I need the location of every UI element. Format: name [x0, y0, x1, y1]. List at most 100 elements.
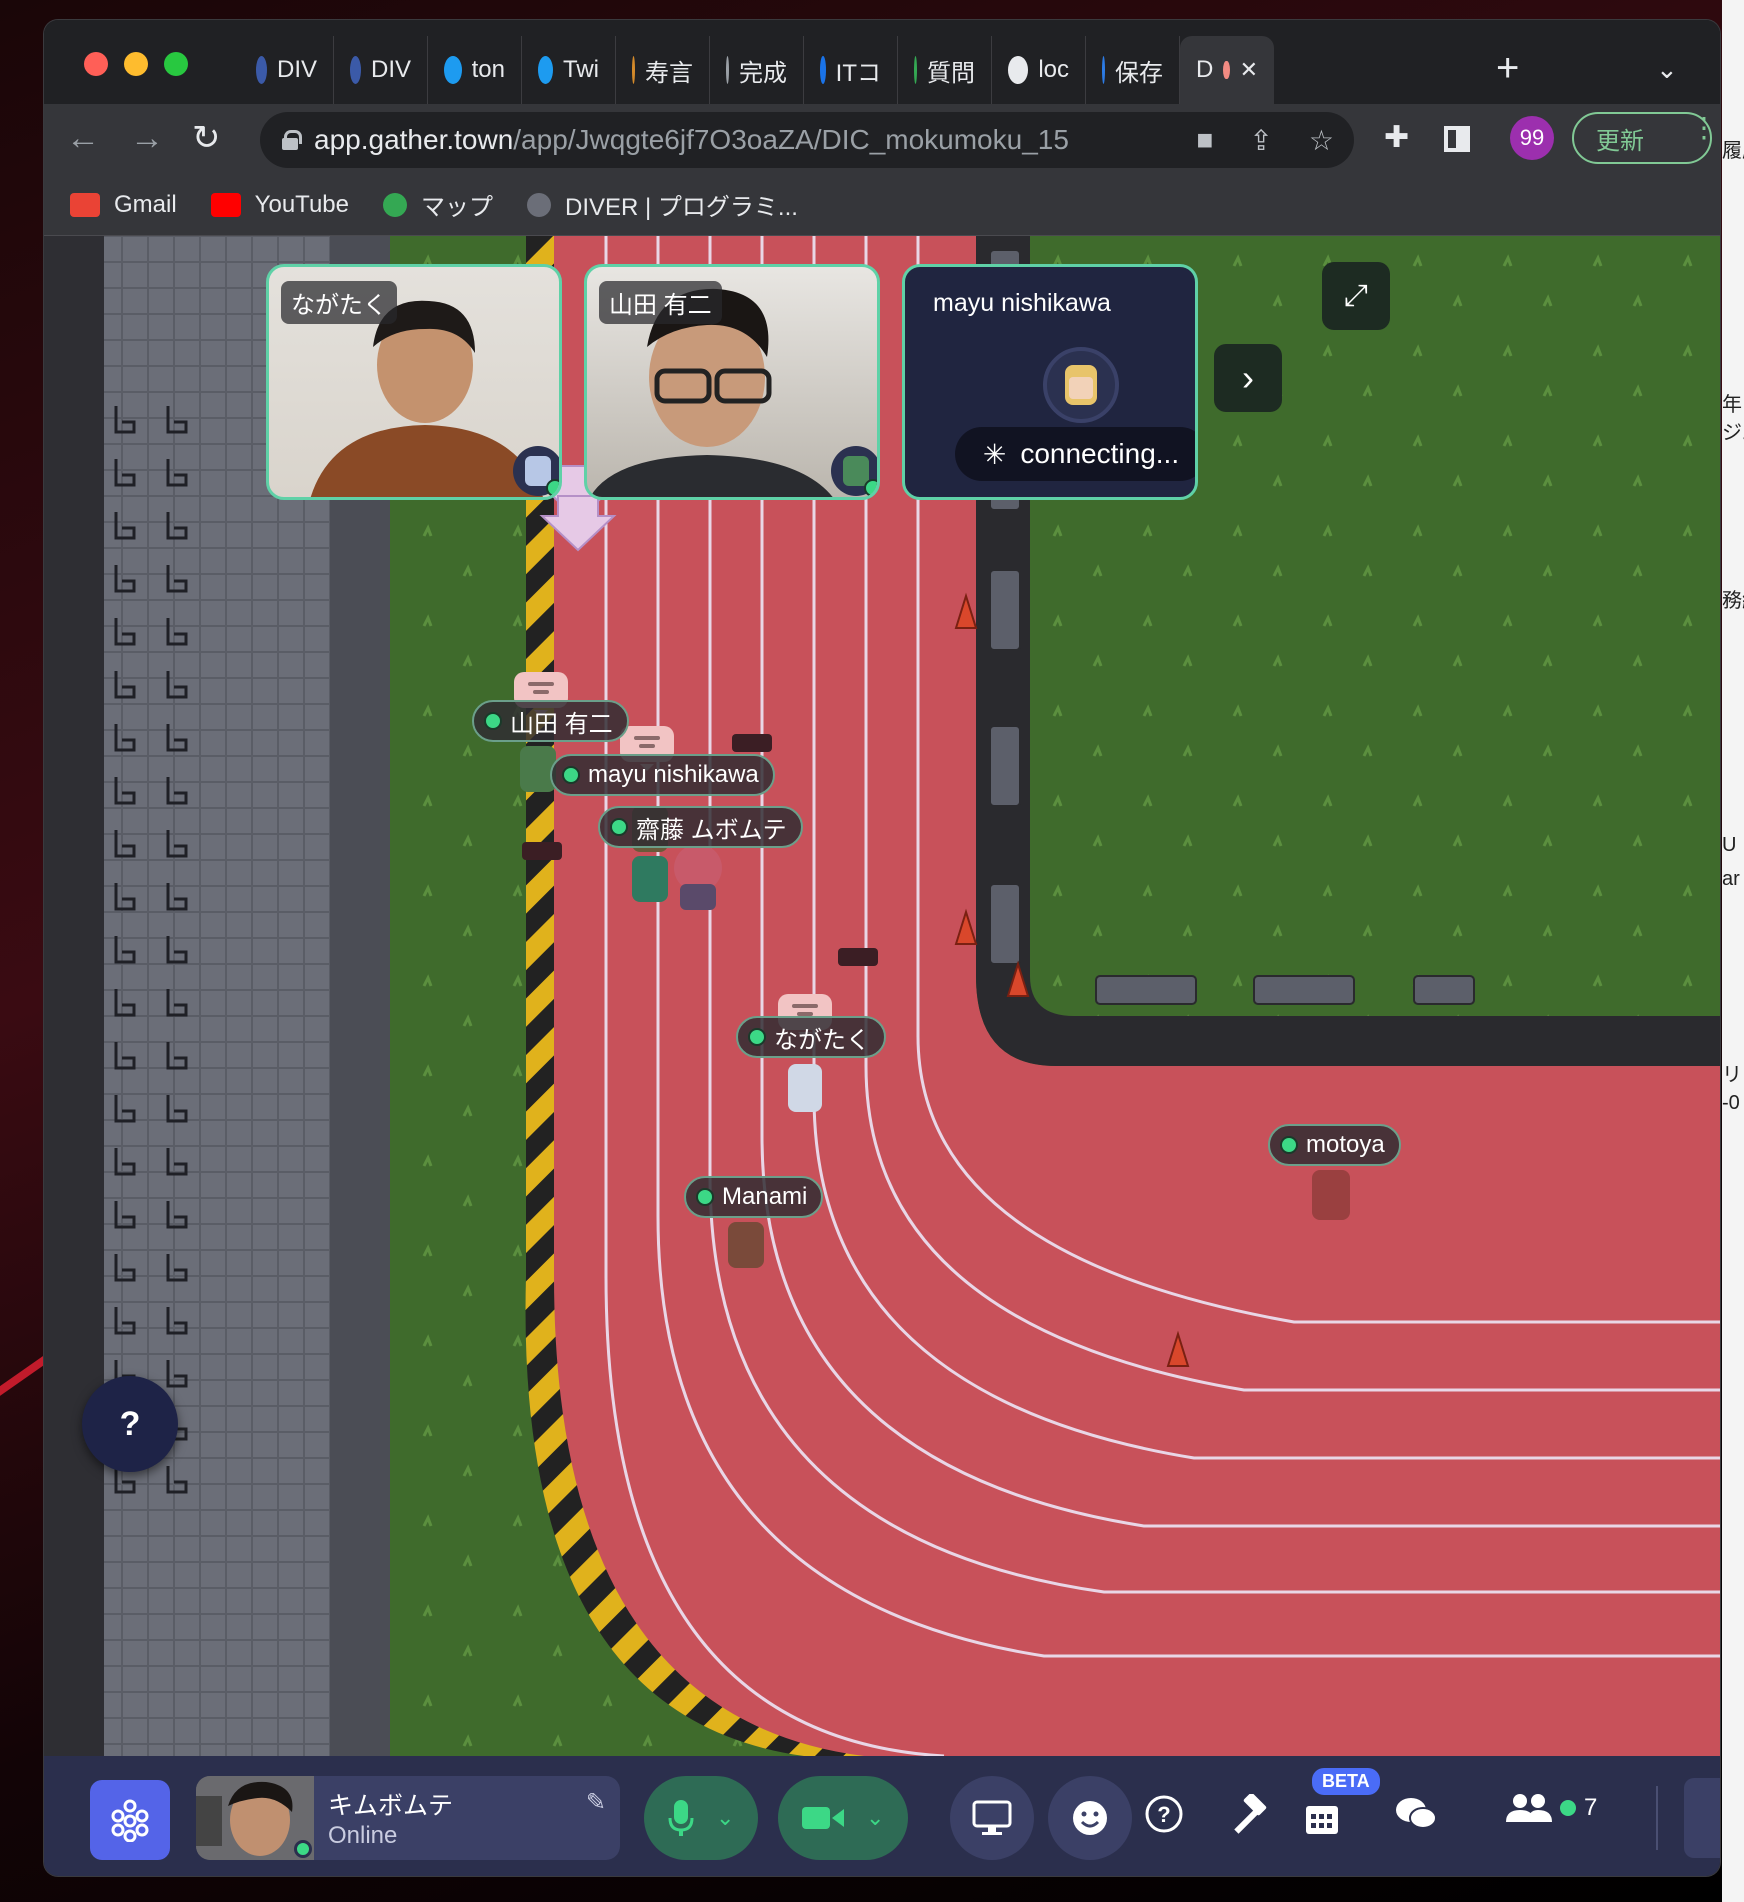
smiley-icon	[1073, 1801, 1107, 1835]
side-panel-icon[interactable]	[1444, 126, 1470, 152]
close-tab-icon[interactable]: ✕	[1240, 57, 1258, 83]
new-tab-button[interactable]: +	[1496, 48, 1519, 88]
chat-bubbles-icon[interactable]	[1394, 1794, 1438, 1843]
spinner-icon: ✳	[982, 438, 1007, 470]
browser-tab[interactable]: 寿言	[616, 36, 710, 104]
globe-icon	[526, 192, 551, 217]
video-tile[interactable]: ながたく	[266, 264, 562, 500]
bookmark-label: DIVER | プログラミ...	[564, 194, 798, 221]
gmail-icon	[70, 192, 100, 217]
microphone-icon[interactable]	[668, 1798, 694, 1838]
bookmark-item[interactable]: Gmail	[70, 191, 177, 219]
emote-button[interactable]	[1048, 1776, 1132, 1860]
browser-tab[interactable]: 質問	[898, 36, 992, 104]
screen-share-icon	[972, 1800, 1012, 1835]
browser-tab[interactable]: DIV	[240, 36, 334, 104]
browser-tab[interactable]: Twi	[522, 36, 616, 104]
tab-title: 質問	[927, 59, 975, 87]
player-name: motoya	[1306, 1131, 1385, 1158]
player-name-tag[interactable]: Manami	[684, 1176, 824, 1218]
connecting-status: ✳ connecting...	[955, 427, 1195, 481]
browser-tab[interactable]: ton	[428, 36, 522, 104]
beta-badge: BETA	[1312, 1768, 1380, 1795]
player-name: 齋藤 ムボムテ	[636, 816, 787, 844]
extensions-puzzle-icon[interactable]: ✚	[1384, 120, 1409, 155]
camera-control[interactable]: ⌄	[778, 1776, 909, 1860]
player-name-tag[interactable]: 齋藤 ムボムテ	[598, 806, 803, 848]
my-profile-card[interactable]: キムボムテ Online ✎	[196, 1776, 620, 1860]
bookmark-item[interactable]: マップ	[382, 187, 493, 222]
online-status-dot	[696, 1188, 714, 1206]
reload-icon[interactable]: ↻	[192, 120, 221, 156]
online-status-dot	[1560, 1800, 1576, 1816]
player-name-tag[interactable]: motoya	[1268, 1124, 1401, 1166]
video-tile[interactable]: 山田 有二	[584, 264, 880, 500]
build-hammer-icon[interactable]	[1226, 1792, 1270, 1847]
svg-text:?: ?	[1157, 1802, 1170, 1827]
twitter-icon	[538, 56, 553, 84]
edge-text: U	[1722, 834, 1737, 856]
tab-title: 完成	[739, 59, 787, 87]
screen-share-button[interactable]	[950, 1776, 1034, 1860]
close-window-button[interactable]	[84, 52, 108, 76]
camera-in-use-icon[interactable]: ■	[1197, 124, 1214, 157]
tab-title: 寿言	[645, 59, 693, 87]
participants-button[interactable]: 7	[1506, 1792, 1597, 1824]
update-button[interactable]: 更新 ⋮	[1572, 112, 1718, 164]
player-name-tag[interactable]: ながたく	[736, 1016, 886, 1058]
help-circle-icon[interactable]: ?	[1144, 1794, 1184, 1843]
video-tile-connecting[interactable]: mayu nishikawa ✳ connecting...	[902, 264, 1198, 500]
gather-logo-icon[interactable]	[90, 1780, 170, 1860]
w-logo-icon	[1102, 56, 1105, 84]
url-text[interactable]: app.gather.town/app/Jwqgte6jf7O3oaZA/DIC…	[314, 124, 1069, 156]
browser-tab[interactable]: 完成	[710, 36, 804, 104]
forward-arrow-icon[interactable]: →	[130, 120, 164, 156]
recording-icon	[1223, 61, 1230, 79]
bookmarks-bar: Gmail YouTube マップ DIVER | プログラミ...	[44, 174, 1720, 236]
maps-pin-icon	[382, 192, 407, 217]
help-button[interactable]: ?	[82, 1376, 178, 1472]
lock-icon[interactable]	[282, 130, 302, 150]
background-window-edge: 履歴 年 ジュ 務紹 U ar リー -0	[1722, 0, 1744, 1902]
video-tile-name: 山田 有二	[599, 281, 722, 324]
calendar-icon[interactable]	[1304, 1800, 1340, 1845]
bookmark-star-icon[interactable]: ☆	[1309, 124, 1334, 157]
people-count: 7	[1584, 1794, 1598, 1821]
tab-search-chevron-icon[interactable]: ⌄	[1656, 54, 1678, 85]
player-name-tag[interactable]: mayu nishikawa	[550, 754, 775, 796]
back-arrow-icon[interactable]: ←	[66, 120, 100, 156]
avatar	[511, 444, 559, 497]
sushi-icon	[632, 56, 635, 84]
video-tile-name: ながたく	[281, 281, 397, 324]
player-name-tag[interactable]: 山田 有二	[472, 700, 629, 742]
video-camera-icon[interactable]	[802, 1803, 844, 1833]
address-bar[interactable]: app.gather.town/app/Jwqgte6jf7O3oaZA/DIC…	[260, 112, 1354, 168]
zoom-window-button[interactable]	[164, 52, 188, 76]
next-videos-chevron-icon[interactable]: ›	[1214, 344, 1282, 412]
gather-map-viewport[interactable]: ながたく 山田 有二 mayu nishikawa ✳ connecting...…	[44, 236, 1720, 1756]
chevron-down-icon[interactable]: ⌄	[866, 1805, 884, 1831]
player-name: Manami	[722, 1183, 808, 1210]
chevron-down-icon[interactable]: ⌄	[716, 1805, 734, 1831]
browser-tab[interactable]: ITコ	[804, 36, 898, 104]
browser-tab[interactable]: D ✕	[1180, 36, 1274, 104]
minimize-window-button[interactable]	[124, 52, 148, 76]
edit-pencil-icon[interactable]: ✎	[586, 1788, 606, 1817]
browser-tab[interactable]: DIV	[334, 36, 428, 104]
side-panel-fill	[1456, 130, 1466, 148]
my-user-name: キムボムテ	[328, 1792, 454, 1820]
bookmark-item[interactable]: DIVER | プログラミ...	[526, 187, 798, 222]
my-webcam-thumbnail	[196, 1776, 314, 1860]
share-icon[interactable]: ⇪	[1249, 124, 1272, 157]
tab-title: ton	[471, 56, 505, 83]
browser-tab[interactable]: 保存	[1086, 36, 1180, 104]
collapsed-panel-button[interactable]	[1684, 1778, 1720, 1858]
more-menu-icon[interactable]: ⋮	[1690, 114, 1718, 142]
bookmark-item[interactable]: YouTube	[210, 191, 349, 219]
profile-avatar[interactable]: 99	[1510, 116, 1554, 160]
microphone-control[interactable]: ⌄	[644, 1776, 759, 1860]
diver-icon	[256, 56, 267, 84]
browser-tab[interactable]: loc	[992, 36, 1086, 104]
edge-text: リー	[1722, 1064, 1744, 1086]
expand-icon[interactable]: ⤢	[1322, 262, 1390, 330]
